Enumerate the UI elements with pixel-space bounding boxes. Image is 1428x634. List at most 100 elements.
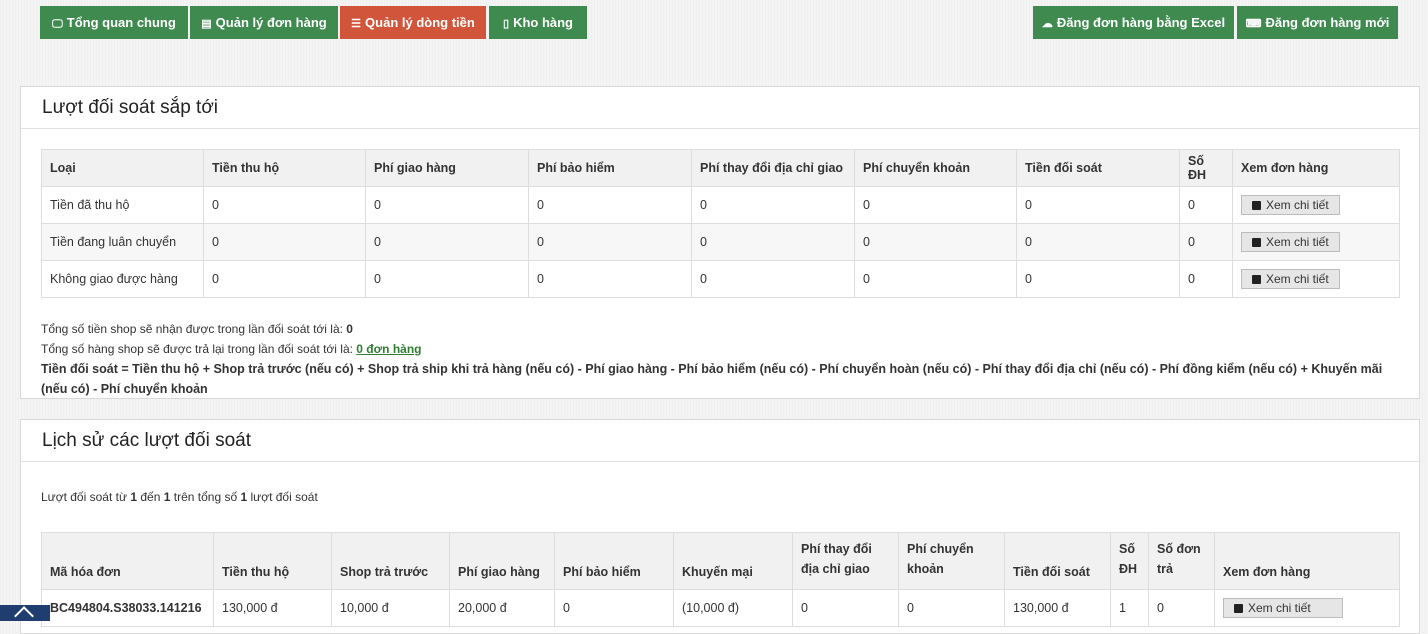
view-details-button[interactable]: Xem chi tiết [1241, 195, 1340, 215]
cell-transfer-fee: 0 [854, 260, 1017, 298]
cell-orders: 0 [1179, 223, 1233, 261]
col-header: Số ĐH [1179, 149, 1233, 187]
cell-ship-fee: 0 [365, 260, 529, 298]
summary-prefix: Lượt đối soát từ [41, 490, 127, 504]
cell-reconcile: 0 [1016, 260, 1180, 298]
nav-warehouse-label: Kho hàng [513, 15, 573, 30]
cell-orders: 0 [1179, 186, 1233, 224]
table-row: Tiền đang luân chuyển 0 0 0 0 0 0 0 Xem … [41, 223, 1400, 261]
col-header: Tiền thu hộ [203, 149, 366, 187]
total-returns-line: Tổng số hàng shop sẽ được trả lại trong … [41, 339, 1401, 359]
summary-mid: trên tổng số [173, 490, 238, 504]
cell-cod: 0 [203, 260, 366, 298]
cloud-upload-icon: ☁ [1041, 18, 1053, 30]
keyboard-icon: ⌨ [1245, 18, 1262, 30]
cell-cod: 0 [203, 223, 366, 261]
col-header: Xem đơn hàng [1214, 532, 1400, 590]
nav-orders-button[interactable]: ▤ Quản lý đơn hàng [190, 6, 338, 39]
cell-type: Tiền đã thu hộ [41, 186, 204, 224]
col-header: Loại [41, 149, 204, 187]
excel-upload-label: Đăng đơn hàng bằng Excel [1056, 15, 1226, 30]
monitor-icon: 🖵 [52, 18, 63, 30]
upcoming-title: Lượt đối soát sắp tới [21, 87, 1419, 129]
total-money-label: Tổng số tiền shop sẽ nhận được trong lần… [41, 322, 343, 336]
cell-insurance: 0 [528, 223, 692, 261]
cell-transfer-fee: 0 [854, 186, 1017, 224]
cell-view: Xem chi tiết [1232, 260, 1400, 298]
history-summary: Lượt đối soát từ 1 đến 1 trên tổng số 1 … [41, 490, 318, 504]
view-details-button[interactable]: Xem chi tiết [1241, 269, 1340, 289]
cell-insurance: 0 [528, 186, 692, 224]
nav-warehouse-button[interactable]: ▯ Kho hàng [489, 6, 587, 39]
history-title: Lịch sử các lượt đối soát [21, 420, 1419, 462]
cell-insurance: 0 [528, 260, 692, 298]
cell-reconcile: 0 [1016, 186, 1180, 224]
cell-address-fee: 0 [691, 186, 855, 224]
reconcile-formula: Tiền đối soát = Tiền thu hộ + Shop trả t… [41, 362, 1383, 396]
col-header: Phí chuyển khoản [898, 532, 1005, 590]
col-header: Tiền thu hộ [213, 532, 332, 590]
col-header: Phí thay đổi địa chỉ giao [792, 532, 899, 590]
history-header-row: Mã hóa đơn Tiền thu hộ Shop trả trước Ph… [41, 532, 1400, 590]
cell-view: Xem chi tiết [1232, 186, 1400, 224]
view-details-button[interactable]: Xem chi tiết [1223, 598, 1343, 618]
view-details-button[interactable]: Xem chi tiết [1241, 232, 1340, 252]
col-header: Phí bảo hiểm [528, 149, 692, 187]
upcoming-table: Loại Tiền thu hộ Phí giao hàng Phí bảo h… [41, 149, 1400, 298]
col-header: Khuyến mại [673, 532, 793, 590]
cell-view: Xem chi tiết [1232, 223, 1400, 261]
cell-type: Tiền đang luân chuyển [41, 223, 204, 261]
cell-ship-fee: 0 [365, 223, 529, 261]
top-nav: 🖵 Tổng quan chung ▤ Quản lý đơn hàng ☰ Quản… [40, 6, 1398, 39]
list-icon: ☰ [351, 18, 362, 30]
view-details-label: Xem chi tiết [1248, 601, 1311, 615]
col-header: Phí chuyển khoản [854, 149, 1017, 187]
tablet-icon: ▯ [503, 18, 510, 30]
history-panel: Lịch sử các lượt đối soát Lượt đối soát … [20, 419, 1420, 634]
nav-cashflow-label: Quản lý dòng tiền [365, 15, 475, 30]
edit-icon [1252, 275, 1261, 284]
cell-ship-fee: 0 [365, 186, 529, 224]
col-header: Tiền đối soát [1016, 149, 1180, 187]
edit-icon [1234, 604, 1243, 613]
cell-reconcile: 0 [1016, 223, 1180, 261]
new-order-label: Đăng đơn hàng mới [1265, 15, 1390, 30]
upcoming-header-row: Loại Tiền thu hộ Phí giao hàng Phí bảo h… [41, 149, 1400, 187]
nav-overview-label: Tổng quan chung [66, 15, 176, 30]
col-header: Phí bảo hiểm [554, 532, 674, 590]
summary-to: 1 [163, 490, 171, 504]
cell-type: Không giao được hàng [41, 260, 204, 298]
new-order-button[interactable]: ⌨ Đăng đơn hàng mới [1237, 6, 1398, 39]
table-row: Không giao được hàng 0 0 0 0 0 0 0 Xem c… [41, 260, 1400, 298]
view-details-label: Xem chi tiết [1266, 272, 1329, 286]
col-header: Tiền đối soát [1004, 532, 1111, 590]
view-details-label: Xem chi tiết [1266, 235, 1329, 249]
nav-cashflow-button[interactable]: ☰ Quản lý dòng tiền [340, 6, 486, 39]
total-returns-label: Tổng số hàng shop sẽ được trả lại trong … [41, 342, 353, 356]
upcoming-notes: Tổng số tiền shop sẽ nhận được trong lần… [41, 319, 1401, 399]
summary-total: 1 [240, 490, 248, 504]
cell-transfer-fee: 0 [854, 223, 1017, 261]
history-table: Mã hóa đơn Tiền thu hộ Shop trả trước Ph… [41, 532, 1400, 627]
total-money-value: 0 [346, 322, 353, 336]
returns-orders-link[interactable]: 0 đơn hàng [356, 342, 421, 356]
scroll-top-button[interactable] [0, 605, 50, 626]
summary-to-word: đến [140, 490, 161, 504]
summary-from: 1 [130, 490, 138, 504]
excel-upload-button[interactable]: ☁ Đăng đơn hàng bằng Excel [1033, 6, 1234, 39]
nav-orders-label: Quản lý đơn hàng [215, 15, 327, 30]
col-header: Shop trả trước [331, 532, 450, 590]
col-header: Phí giao hàng [365, 149, 529, 187]
table-row: Tiền đã thu hộ 0 0 0 0 0 0 0 Xem chi tiế… [41, 186, 1400, 224]
cell-cod: 0 [203, 186, 366, 224]
col-header: Phí thay đổi địa chỉ giao [691, 149, 855, 187]
list-icon: ▤ [201, 18, 212, 30]
col-header: Xem đơn hàng [1232, 149, 1400, 187]
col-header: Số đơn trả [1148, 532, 1215, 590]
nav-overview-button[interactable]: 🖵 Tổng quan chung [40, 6, 188, 39]
upcoming-reconcile-panel: Lượt đối soát sắp tới Loại Tiền thu hộ P… [20, 86, 1420, 399]
total-money-line: Tổng số tiền shop sẽ nhận được trong lần… [41, 319, 1401, 339]
summary-suffix: lượt đối soát [250, 490, 318, 504]
cell-address-fee: 0 [691, 223, 855, 261]
col-header: Số ĐH [1110, 532, 1149, 590]
